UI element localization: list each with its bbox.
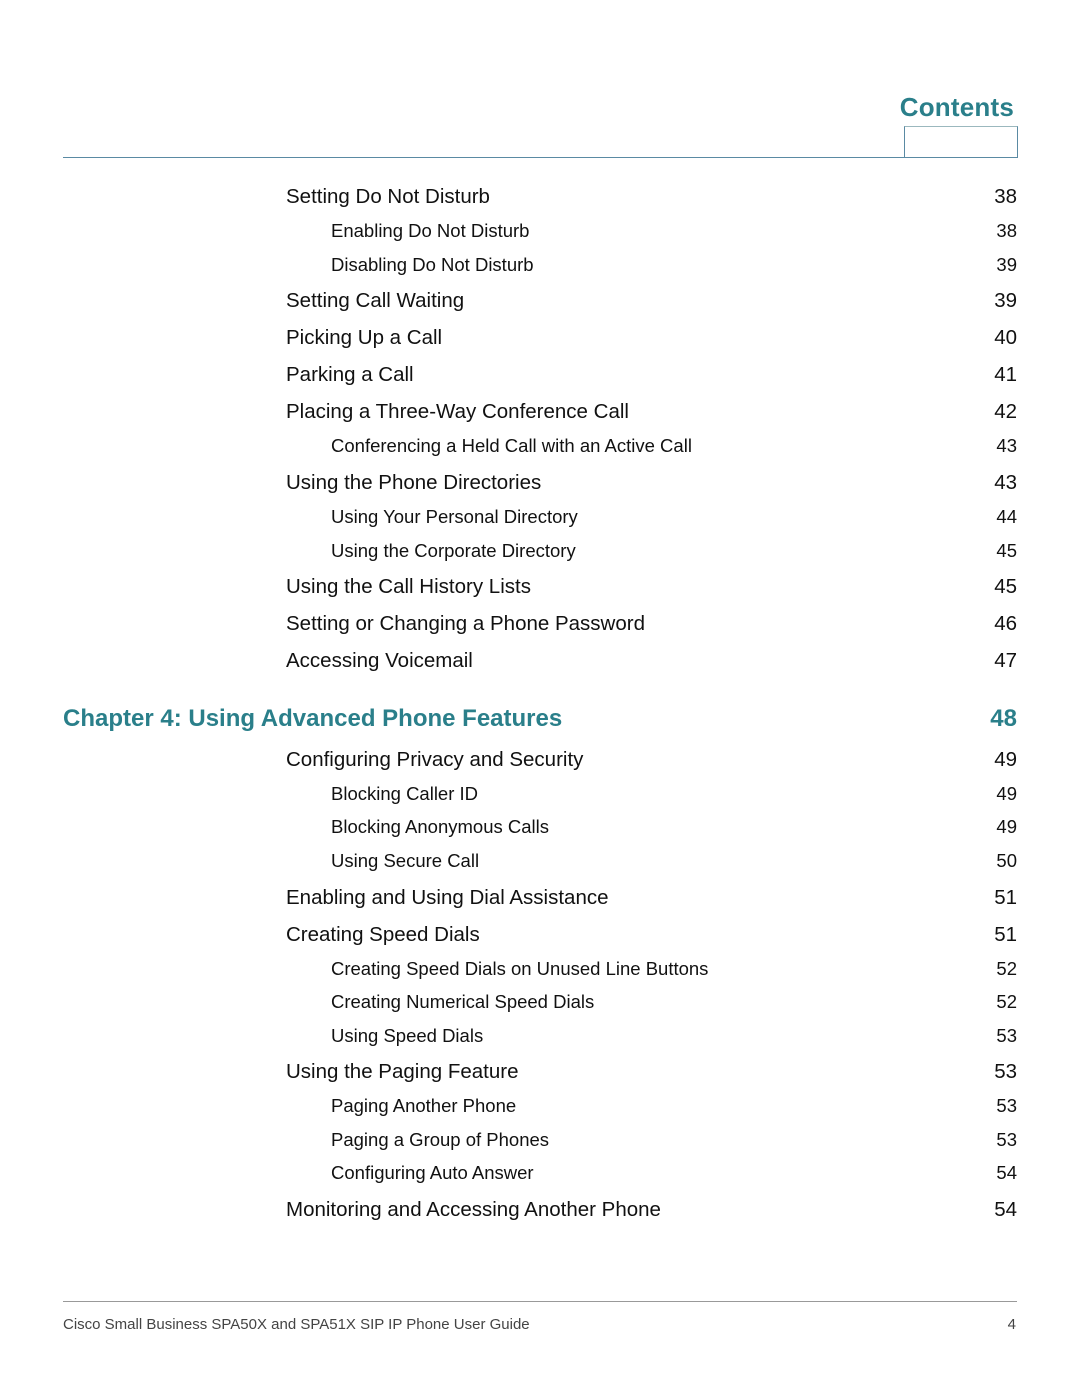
footer-page-number: 4 [1007,1316,1016,1333]
toc-entry-page: 43 [996,435,1017,456]
toc-subentry[interactable]: Blocking Anonymous Calls 49 [331,816,1017,838]
toc-entry-page: 38 [996,220,1017,241]
toc-entry[interactable]: Accessing Voicemail 47 [286,649,1017,673]
toc-entry-page: 44 [996,506,1017,527]
toc-entry[interactable]: Picking Up a Call 40 [286,326,1017,350]
toc-entry[interactable]: Setting Call Waiting 39 [286,289,1017,313]
toc-entry-title: Creating Numerical Speed Dials [331,991,595,1012]
footer-guide-title: Cisco Small Business SPA50X and SPA51X S… [63,1316,530,1333]
toc-subentry[interactable]: Using Speed Dials 53 [331,1025,1017,1047]
toc-entry-page: 39 [996,254,1017,275]
toc-entry-title: Setting or Changing a Phone Password [286,612,645,635]
toc-entry[interactable]: Monitoring and Accessing Another Phone 54 [286,1198,1017,1222]
toc-entry-title: Using the Paging Feature [286,1060,519,1083]
toc-entry-page: 54 [996,1162,1017,1183]
toc-entry-title: Setting Call Waiting [286,289,465,312]
toc-entry-page: 47 [994,649,1017,672]
toc-entry-title: Setting Do Not Disturb [286,185,490,208]
toc-entry-title: Paging a Group of Phones [331,1129,550,1150]
toc-subentry[interactable]: Creating Numerical Speed Dials 52 [331,991,1017,1013]
toc-entry-page: 45 [994,575,1017,598]
toc-entry-title: Disabling Do Not Disturb [331,254,534,275]
toc-entry-title: Enabling Do Not Disturb [331,220,530,241]
toc-entry-title: Using Speed Dials [331,1025,484,1046]
toc-entry-title: Conferencing a Held Call with an Active … [331,435,692,456]
toc-entry-title: Using the Phone Directories [286,471,542,494]
toc-entry-title: Monitoring and Accessing Another Phone [286,1198,661,1221]
toc-entry-page: 52 [996,958,1017,979]
toc-subentry[interactable]: Disabling Do Not Disturb 39 [331,254,1017,276]
toc-subentry[interactable]: Configuring Auto Answer 54 [331,1162,1017,1184]
toc-entry[interactable]: Using the Phone Directories 43 [286,471,1017,495]
toc-subentry[interactable]: Paging Another Phone 53 [331,1095,1017,1117]
toc-entry-page: 48 [990,705,1017,732]
toc-entry-page: 39 [994,289,1017,312]
toc-entry-title: Configuring Privacy and Security [286,748,584,771]
toc-entry[interactable]: Setting Do Not Disturb 38 [286,185,1017,209]
toc-subentry[interactable]: Conferencing a Held Call with an Active … [331,435,1017,457]
toc-entry-title: Creating Speed Dials on Unused Line Butt… [331,958,709,979]
toc-entry-page: 42 [994,400,1017,423]
toc-subentry[interactable]: Using Your Personal Directory 44 [331,506,1017,528]
toc-entry-title: Blocking Anonymous Calls [331,816,549,837]
toc-entry-page: 53 [996,1129,1017,1150]
toc-entry-title: Blocking Caller ID [331,783,479,804]
toc-entry-page: 51 [994,886,1017,909]
toc-entry-page: 53 [996,1095,1017,1116]
toc-subentry[interactable]: Enabling Do Not Disturb 38 [331,220,1017,242]
toc-entry-title: Paging Another Phone [331,1095,517,1116]
toc-entry[interactable]: Setting or Changing a Phone Password 46 [286,612,1017,636]
toc-entry-page: 53 [994,1060,1017,1083]
toc-entry[interactable]: Enabling and Using Dial Assistance 51 [286,886,1017,910]
toc-entry[interactable]: Parking a Call 41 [286,363,1017,387]
toc-entry[interactable]: Using the Call History Lists 45 [286,575,1017,599]
toc-entry-title: Configuring Auto Answer [331,1162,534,1183]
toc-chapter-heading[interactable]: Chapter 4: Using Advanced Phone Features… [63,705,1017,733]
toc-subentry[interactable]: Blocking Caller ID 49 [331,783,1017,805]
toc-entry[interactable]: Placing a Three-Way Conference Call 42 [286,400,1017,424]
toc-entry-title: Picking Up a Call [286,326,443,349]
toc-entry-page: 49 [994,748,1017,771]
toc-entry-page: 54 [994,1198,1017,1221]
toc-entry-title: Placing a Three-Way Conference Call [286,400,629,423]
toc-subentry[interactable]: Using the Corporate Directory 45 [331,540,1017,562]
toc-entry-page: 38 [994,185,1017,208]
toc-entry-title: Chapter 4: Using Advanced Phone Features [63,705,563,732]
toc-entry-page: 49 [996,816,1017,837]
toc-entry-page: 51 [994,923,1017,946]
toc-entry-page: 45 [996,540,1017,561]
toc-entry-title: Using Secure Call [331,850,480,871]
toc-subentry[interactable]: Using Secure Call 50 [331,850,1017,872]
toc-entry-page: 46 [994,612,1017,635]
toc-entry[interactable]: Creating Speed Dials 51 [286,923,1017,947]
toc-entry-page: 50 [996,850,1017,871]
toc-entry-page: 52 [996,991,1017,1012]
page-title: Contents [899,92,1014,122]
toc-entry-title: Accessing Voicemail [286,649,473,672]
toc-entry-page: 53 [996,1025,1017,1046]
toc-subentry[interactable]: Creating Speed Dials on Unused Line Butt… [331,958,1017,980]
toc-entry-page: 40 [994,326,1017,349]
header-tab-box [904,126,1018,158]
toc-entry-title: Using Your Personal Directory [331,506,578,527]
toc-entry-page: 41 [994,363,1017,386]
toc-subentry[interactable]: Paging a Group of Phones 53 [331,1129,1017,1151]
header-rule [63,157,1017,158]
toc-entry-title: Enabling and Using Dial Assistance [286,886,609,909]
toc-entry-page: 43 [994,471,1017,494]
footer-rule [63,1301,1017,1302]
toc-entry-page: 49 [996,783,1017,804]
toc-entry-title: Creating Speed Dials [286,923,480,946]
toc-entry-title: Using the Call History Lists [286,575,531,598]
toc-entry[interactable]: Using the Paging Feature 53 [286,1060,1017,1084]
toc-entry-title: Parking a Call [286,363,414,386]
toc-entry-title: Using the Corporate Directory [331,540,576,561]
toc-entry[interactable]: Configuring Privacy and Security 49 [286,748,1017,772]
